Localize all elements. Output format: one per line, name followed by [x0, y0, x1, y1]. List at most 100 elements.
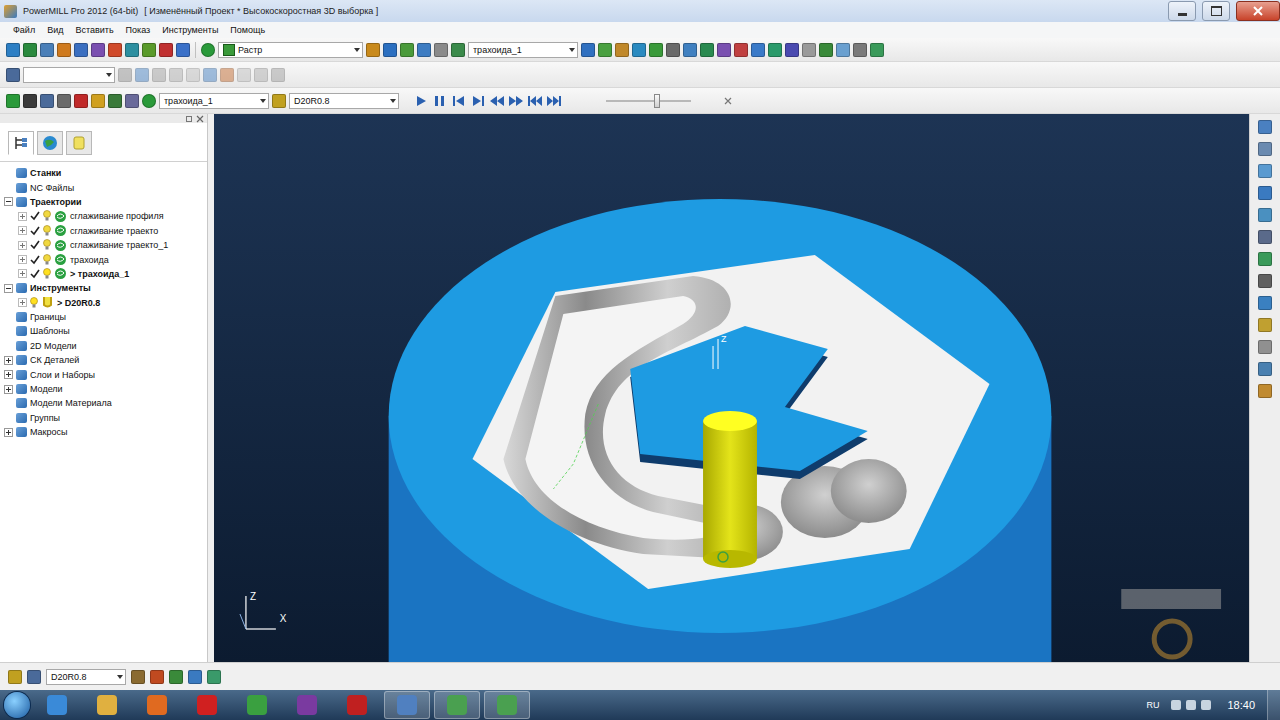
lightbulb-icon[interactable]: [43, 239, 51, 251]
menu-item[interactable]: Вставить: [70, 25, 118, 35]
tree-item[interactable]: трахоида: [0, 252, 207, 266]
tool-icon[interactable]: [632, 43, 646, 57]
blank-icon[interactable]: [4, 399, 13, 408]
toolbar-close[interactable]: [724, 97, 732, 105]
taskbar-app[interactable]: [484, 691, 530, 719]
view-icon[interactable]: [1258, 142, 1272, 156]
taskbar-app[interactable]: [84, 691, 130, 719]
tool-icon[interactable]: [125, 43, 139, 57]
status-icon[interactable]: [169, 670, 183, 684]
panel-tab[interactable]: [37, 131, 63, 155]
show-desktop-button[interactable]: [1267, 690, 1280, 720]
close-button[interactable]: [1236, 1, 1280, 21]
tool-icon[interactable]: [768, 43, 782, 57]
view-icon[interactable]: [1258, 296, 1272, 310]
tool-icon[interactable]: [400, 43, 414, 57]
lightbulb-icon[interactable]: [43, 254, 51, 266]
tool-icon[interactable]: [108, 43, 122, 57]
close-icon[interactable]: [196, 115, 204, 123]
view-icon[interactable]: [1258, 340, 1272, 354]
collapse-icon[interactable]: [4, 284, 13, 293]
view-icon[interactable]: [1258, 120, 1272, 134]
expand-icon[interactable]: [4, 356, 13, 365]
blank-icon[interactable]: [4, 327, 13, 336]
menu-item[interactable]: Помощь: [225, 25, 270, 35]
taskbar-app[interactable]: [234, 691, 280, 719]
tool-icon[interactable]: [666, 43, 680, 57]
checkmark-icon[interactable]: [30, 269, 40, 279]
tool-icon[interactable]: [271, 68, 285, 82]
tool-icon[interactable]: [220, 68, 234, 82]
view-icon[interactable]: [1258, 164, 1272, 178]
expand-icon[interactable]: [4, 385, 13, 394]
tool-icon[interactable]: [683, 43, 697, 57]
draw-mode-combo[interactable]: Растр: [218, 42, 363, 58]
tool-icon[interactable]: [118, 68, 132, 82]
workplane-combo[interactable]: [23, 67, 115, 83]
taskbar-app[interactable]: [34, 691, 80, 719]
toolpath-combo[interactable]: трахоида_1: [468, 42, 578, 58]
tool-icon[interactable]: [186, 68, 200, 82]
tool-icon[interactable]: [23, 43, 37, 57]
checkmark-icon[interactable]: [30, 255, 40, 265]
tool-icon[interactable]: [237, 68, 251, 82]
menu-item[interactable]: Вид: [42, 25, 68, 35]
tool-icon[interactable]: [125, 94, 139, 108]
speed-slider[interactable]: [606, 93, 691, 109]
blank-icon[interactable]: [4, 169, 13, 178]
tool-icon[interactable]: [91, 43, 105, 57]
taskbar-app[interactable]: [434, 691, 480, 719]
tool-icon[interactable]: [751, 43, 765, 57]
view-icon[interactable]: [1258, 274, 1272, 288]
machining-scene[interactable]: ZZX: [214, 114, 1249, 662]
expand-icon[interactable]: [18, 269, 27, 278]
tree-item[interactable]: Инструменты: [0, 281, 207, 295]
tool-icon[interactable]: [717, 43, 731, 57]
tool-icon[interactable]: [57, 94, 71, 108]
tree-item[interactable]: > трахоида_1: [0, 267, 207, 281]
tool-icon[interactable]: [700, 43, 714, 57]
view-icon[interactable]: [1258, 252, 1272, 266]
pause-icon[interactable]: [431, 94, 449, 108]
tool-icon[interactable]: [40, 94, 54, 108]
tool-icon[interactable]: [91, 94, 105, 108]
blank-icon[interactable]: [4, 183, 13, 192]
tool-icon[interactable]: [6, 94, 20, 108]
tool-icon[interactable]: [176, 43, 190, 57]
tree-item[interactable]: Границы: [0, 310, 207, 324]
stepback-icon[interactable]: [450, 94, 468, 108]
view-icon[interactable]: [1258, 230, 1272, 244]
menu-item[interactable]: Показ: [121, 25, 156, 35]
checkmark-icon[interactable]: [30, 240, 40, 250]
tool-icon[interactable]: [254, 68, 268, 82]
start-icon[interactable]: [526, 94, 544, 108]
collapse-icon[interactable]: [4, 197, 13, 206]
minimize-button[interactable]: [1168, 1, 1196, 21]
view-icon[interactable]: [1258, 362, 1272, 376]
taskbar-app[interactable]: [284, 691, 330, 719]
tree-item[interactable]: Модели: [0, 382, 207, 396]
tool-icon[interactable]: [836, 43, 850, 57]
expand-icon[interactable]: [4, 428, 13, 437]
sim-toolpath-combo[interactable]: трахоида_1: [159, 93, 269, 109]
tool-icon[interactable]: [451, 43, 465, 57]
lightbulb-icon[interactable]: [43, 210, 51, 222]
lightbulb-icon[interactable]: [30, 297, 38, 309]
tool-icon[interactable]: [598, 43, 612, 57]
blank-icon[interactable]: [4, 341, 13, 350]
sim-tool-combo[interactable]: D20R0.8: [289, 93, 399, 109]
tool-icon[interactable]: [383, 43, 397, 57]
slider-thumb[interactable]: [654, 94, 660, 108]
tree-item[interactable]: сглаживание траекто: [0, 224, 207, 238]
workplane-icon[interactable]: [6, 68, 20, 82]
tree-item[interactable]: Слои и Наборы: [0, 367, 207, 381]
panel-tab[interactable]: [8, 131, 34, 155]
tool-icon[interactable]: [853, 43, 867, 57]
lightbulb-icon[interactable]: [43, 225, 51, 237]
view-icon[interactable]: [1258, 318, 1272, 332]
tool-icon[interactable]: [417, 43, 431, 57]
taskbar-app[interactable]: [184, 691, 230, 719]
start-button[interactable]: [4, 692, 30, 718]
tool-icon[interactable]: [203, 68, 217, 82]
status-icon[interactable]: [150, 670, 164, 684]
